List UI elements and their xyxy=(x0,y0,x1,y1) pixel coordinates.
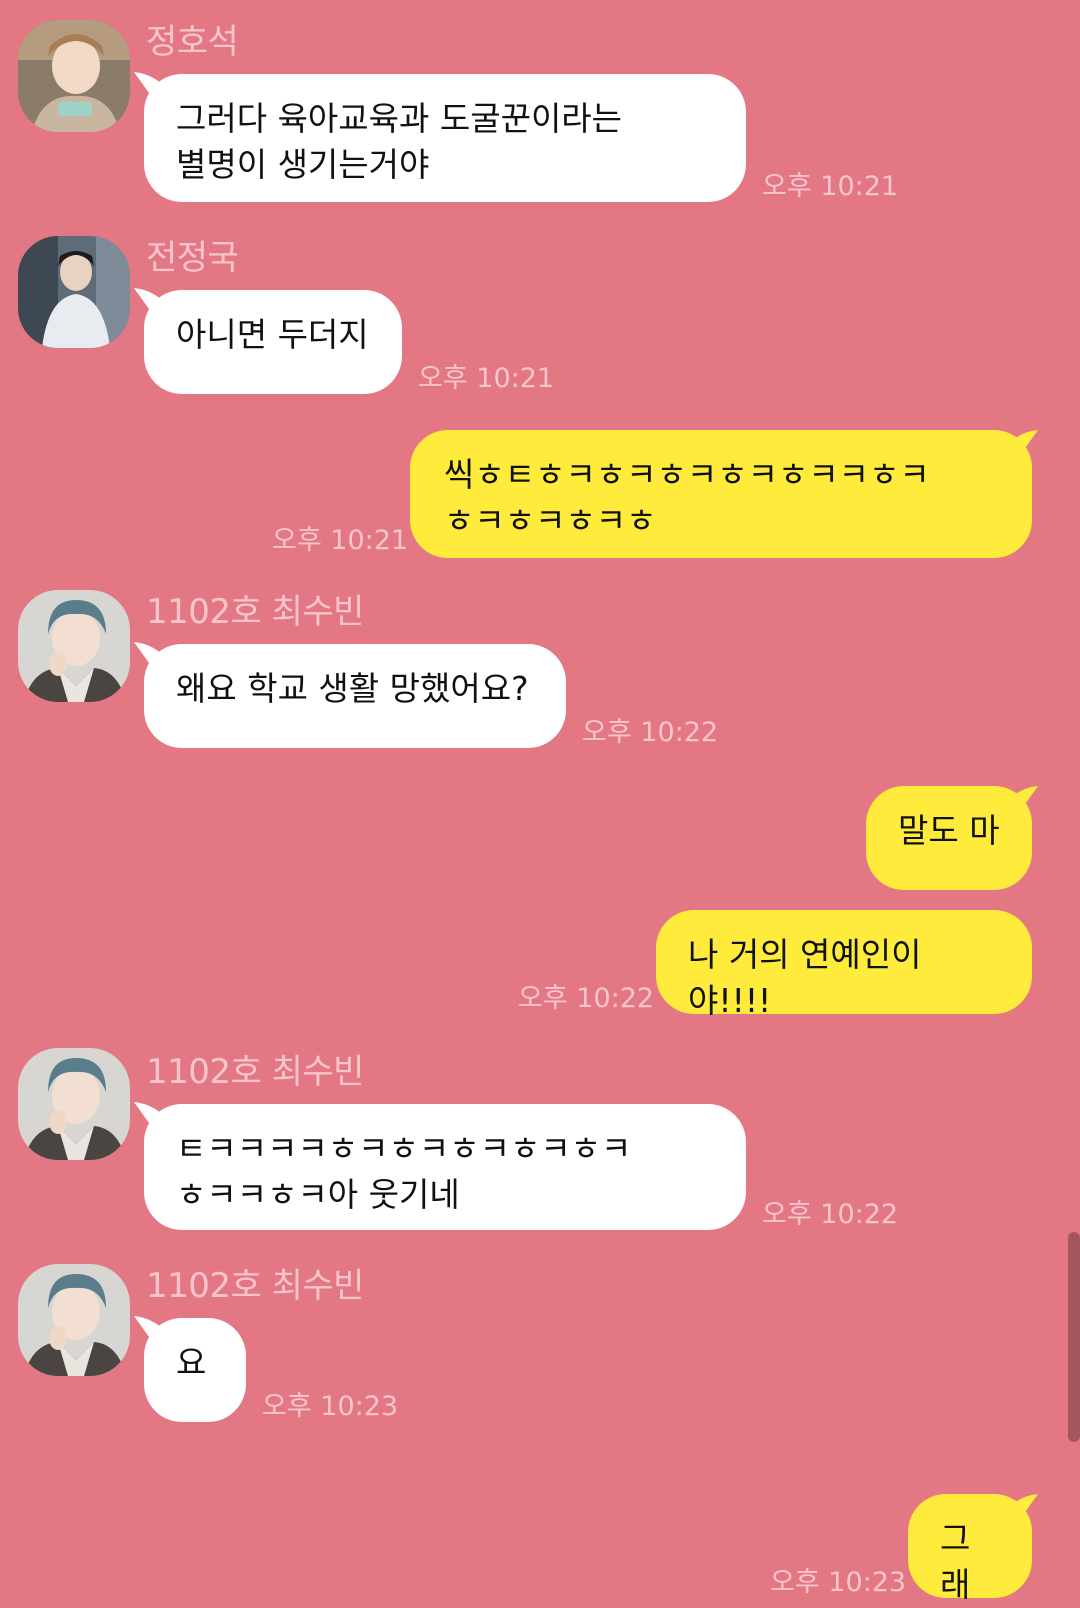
sender-name: 1102호 최수빈 xyxy=(146,592,364,632)
scrollbar[interactable] xyxy=(1068,1232,1080,1442)
message-time: 오후 10:23 xyxy=(770,1567,907,1598)
message-time: 오후 10:21 xyxy=(762,171,899,202)
message-bubble[interactable]: 말도 마 xyxy=(866,786,1032,890)
message-bubble[interactable]: ㅌㅋㅋㅋㅋㅎㅋㅎㅋㅎㅋㅎㅋㅎㅋ ㅎㅋㅋㅎㅋ아 웃기네 xyxy=(144,1104,746,1230)
choi-soobin-avatar[interactable] xyxy=(18,1264,130,1376)
message-bubble[interactable]: 씩ㅎㅌㅎㅋㅎㅋㅎㅋㅎㅋㅎㅋㅋㅎㅋ ㅎㅋㅎㅋㅎㅋㅎ xyxy=(410,430,1032,558)
message-bubble[interactable]: 그래 xyxy=(908,1494,1032,1604)
message-bubble[interactable]: 아니면 두더지 xyxy=(144,290,402,394)
message-bubble[interactable]: 나 거의 연예인이야!!!! xyxy=(656,910,1032,1020)
choi-soobin-avatar[interactable] xyxy=(18,590,130,702)
message-bubble[interactable]: 왜요 학교 생활 망했어요? xyxy=(144,644,566,748)
message-bubble[interactable]: 요 xyxy=(144,1318,246,1422)
message-bubble[interactable]: 그러다 육아교육과 도굴꾼이라는 별명이 생기는거야 xyxy=(144,74,746,202)
message-time: 오후 10:23 xyxy=(262,1391,399,1422)
choi-soobin-avatar[interactable] xyxy=(18,1048,130,1160)
sender-name: 1102호 최수빈 xyxy=(146,1052,364,1092)
message-time: 오후 10:22 xyxy=(518,983,655,1014)
sender-name: 전정국 xyxy=(146,238,239,278)
jeon-jungkook-avatar[interactable] xyxy=(18,236,130,348)
message-time: 오후 10:21 xyxy=(272,525,409,556)
sender-name: 1102호 최수빈 xyxy=(146,1266,364,1306)
message-time: 오후 10:21 xyxy=(418,363,555,394)
sender-name: 정호석 xyxy=(146,22,239,62)
message-time: 오후 10:22 xyxy=(582,717,719,748)
message-time: 오후 10:22 xyxy=(762,1199,899,1230)
jung-hoseok-avatar[interactable] xyxy=(18,20,130,132)
